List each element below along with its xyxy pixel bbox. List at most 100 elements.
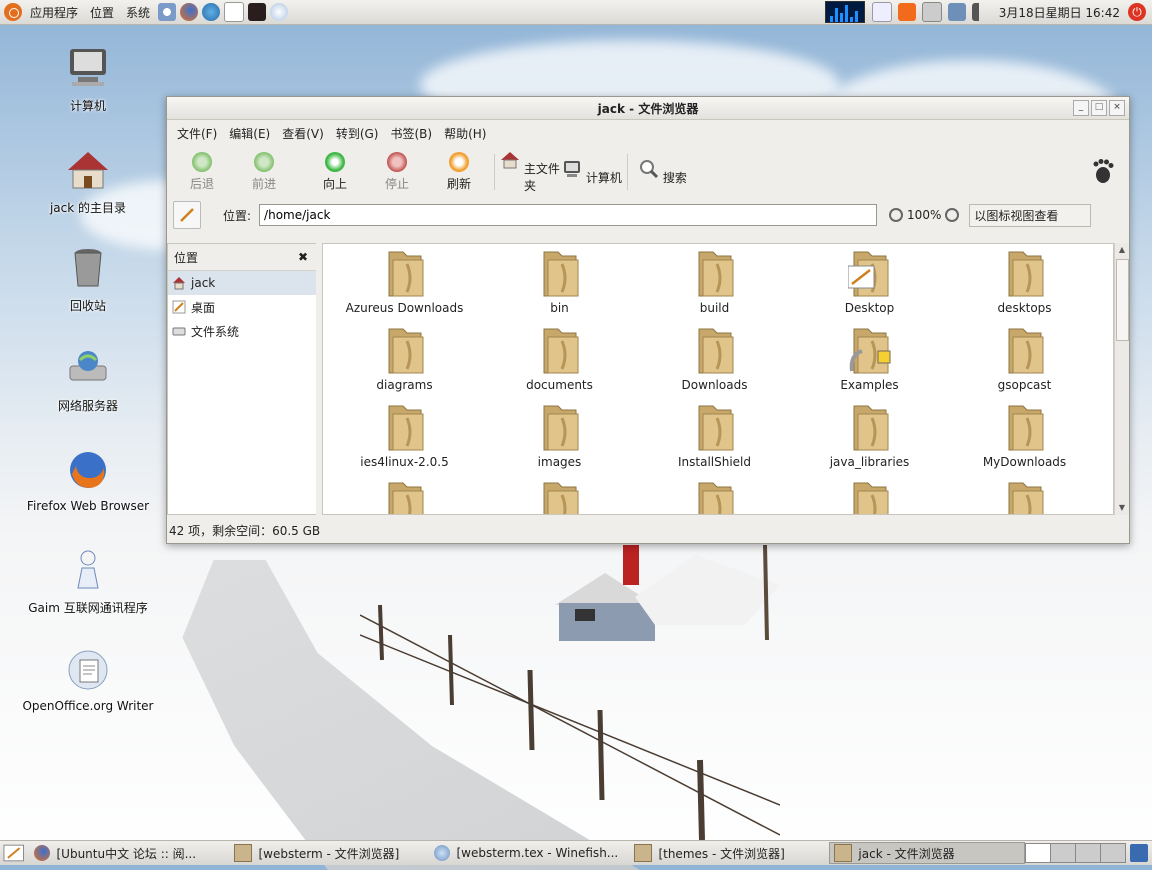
file-item[interactable]: InstallShield: [637, 398, 792, 475]
stop-button[interactable]: 停止: [366, 152, 428, 192]
menu-bookmarks[interactable]: 书签(B): [384, 125, 438, 142]
desktop-icon-gaim[interactable]: Gaim 互联网通讯程序: [18, 548, 158, 616]
desktop-icon-writer[interactable]: OpenOffice.org Writer: [18, 648, 158, 713]
network-server-icon: [69, 351, 107, 381]
menu-help[interactable]: 帮助(H): [438, 125, 492, 142]
place-item-desktop[interactable]: 桌面: [168, 295, 316, 319]
desktop-icon-computer[interactable]: 计算机: [18, 46, 158, 114]
search-icon[interactable]: [871, 2, 892, 22]
side-pane-header: 位置 ✖: [168, 244, 316, 271]
folder-icon: [698, 328, 733, 374]
network-connection-icon[interactable]: [947, 3, 966, 21]
file-item[interactable]: gsopcast: [947, 321, 1102, 398]
file-grid: Azureus Downloads bin build Desktop desktops…: [323, 244, 1102, 514]
file-item[interactable]: diagrams: [327, 321, 482, 398]
taskbar-item-active[interactable]: jack - 文件浏览器: [829, 842, 1026, 864]
scroll-thumb[interactable]: [1116, 259, 1129, 341]
taskbar-item[interactable]: [Ubuntu中文 论坛 :: 阅...: [29, 842, 225, 864]
back-button[interactable]: 后退: [171, 152, 233, 192]
location-input[interactable]: [259, 204, 878, 226]
search-icon: [640, 159, 659, 178]
folder-icon: [1008, 328, 1043, 374]
workspace-2[interactable]: [1051, 844, 1077, 862]
file-item[interactable]: MyDownloads: [947, 398, 1102, 475]
applications-menu[interactable]: 应用程序: [24, 0, 84, 24]
workspace-1[interactable]: [1026, 844, 1052, 862]
menu-view[interactable]: 查看(V): [276, 125, 330, 142]
media-icon[interactable]: [270, 3, 289, 21]
file-item[interactable]: desktops: [947, 244, 1102, 321]
power-icon[interactable]: ⏻: [1128, 3, 1146, 21]
workspace-4[interactable]: [1101, 844, 1126, 862]
ubuntu-logo-icon[interactable]: [4, 3, 22, 21]
status-text: 42 项，剩余空间：60.5 GB: [169, 523, 321, 538]
desktop-icon-network-server[interactable]: 网络服务器: [18, 346, 158, 414]
file-item[interactable]: [482, 475, 637, 514]
vertical-scrollbar[interactable]: ▲ ▼: [1114, 243, 1129, 515]
toolbar: 后退 前进 向上 停止 刷新 主文件夹 计算机 搜索: [167, 146, 1129, 198]
text-editor-icon[interactable]: [224, 2, 245, 22]
network-icon[interactable]: [202, 3, 221, 21]
menu-file[interactable]: 文件(F): [171, 125, 223, 142]
file-item[interactable]: [792, 475, 947, 514]
scroll-down-arrow[interactable]: ▼: [1115, 501, 1129, 515]
place-item-home[interactable]: jack: [168, 271, 316, 295]
file-item[interactable]: [947, 475, 1102, 514]
trash-applet-icon[interactable]: [1130, 844, 1149, 862]
file-item[interactable]: Azureus Downloads: [327, 244, 482, 321]
file-item[interactable]: Desktop: [792, 244, 947, 321]
view-mode-select[interactable]: 以图标视图查看: [969, 203, 1092, 227]
terminal-icon[interactable]: [248, 3, 267, 21]
desktop-icon-firefox[interactable]: Firefox Web Browser: [18, 448, 158, 513]
desktop-icon-home[interactable]: jack 的主目录: [18, 148, 158, 216]
up-button[interactable]: 向上: [304, 152, 366, 192]
forward-button[interactable]: 前进: [233, 152, 295, 192]
file-item[interactable]: Downloads: [637, 321, 792, 398]
update-notifier-icon[interactable]: [897, 3, 916, 21]
help-icon[interactable]: [158, 3, 177, 21]
zoom-in-icon[interactable]: [945, 208, 960, 222]
taskbar-item[interactable]: [themes - 文件浏览器]: [629, 842, 825, 864]
menu-go[interactable]: 转到(G): [330, 125, 385, 142]
reload-button[interactable]: 刷新: [428, 152, 490, 192]
desktop-icon-trash[interactable]: 回收站: [18, 246, 158, 314]
file-item[interactable]: images: [482, 398, 637, 475]
workspace-3[interactable]: [1076, 844, 1102, 862]
file-item[interactable]: documents: [482, 321, 637, 398]
file-item[interactable]: Examples: [792, 321, 947, 398]
taskbar-item[interactable]: [websterm.tex - Winefish...: [429, 842, 625, 864]
zoom-out-icon[interactable]: [889, 208, 904, 222]
minimize-button[interactable]: _: [1073, 100, 1089, 116]
zoom-level[interactable]: 100%: [907, 208, 941, 222]
system-menu[interactable]: 系统: [120, 0, 156, 24]
file-item[interactable]: [637, 475, 792, 514]
side-pane-close-icon[interactable]: ✖: [298, 250, 308, 264]
scroll-up-arrow[interactable]: ▲: [1115, 243, 1129, 257]
edit-location-toggle[interactable]: [173, 201, 201, 229]
icon-view: Azureus Downloads bin build Desktop desktops…: [322, 243, 1114, 515]
folder-icon: [388, 405, 423, 451]
file-item[interactable]: [327, 475, 482, 514]
show-desktop-icon[interactable]: [2, 843, 25, 863]
clock[interactable]: 3月18日星期日 16:42: [993, 4, 1126, 21]
taskbar-item[interactable]: [websterm - 文件浏览器]: [229, 842, 425, 864]
close-button[interactable]: ×: [1109, 100, 1125, 116]
file-item[interactable]: java_libraries: [792, 398, 947, 475]
printer-icon[interactable]: [921, 2, 942, 22]
search-button[interactable]: 搜索: [632, 159, 694, 186]
file-item[interactable]: ies4linux-2.0.5: [327, 398, 482, 475]
file-item[interactable]: build: [637, 244, 792, 321]
wallpaper-fence: [360, 604, 780, 840]
system-monitor-applet[interactable]: [824, 1, 865, 23]
side-pane-title[interactable]: 位置: [174, 249, 198, 266]
places-menu[interactable]: 位置: [84, 0, 120, 24]
computer-button[interactable]: 计算机: [561, 159, 623, 186]
window-titlebar[interactable]: jack - 文件浏览器 _ □ ×: [167, 97, 1129, 120]
place-item-filesystem[interactable]: 文件系统: [168, 319, 316, 343]
firefox-icon[interactable]: [180, 3, 199, 21]
volume-icon[interactable]: [971, 3, 990, 21]
maximize-button[interactable]: □: [1091, 100, 1107, 116]
menu-edit[interactable]: 编辑(E): [223, 125, 276, 142]
home-folder-button[interactable]: 主文件夹: [499, 150, 561, 194]
file-item[interactable]: bin: [482, 244, 637, 321]
